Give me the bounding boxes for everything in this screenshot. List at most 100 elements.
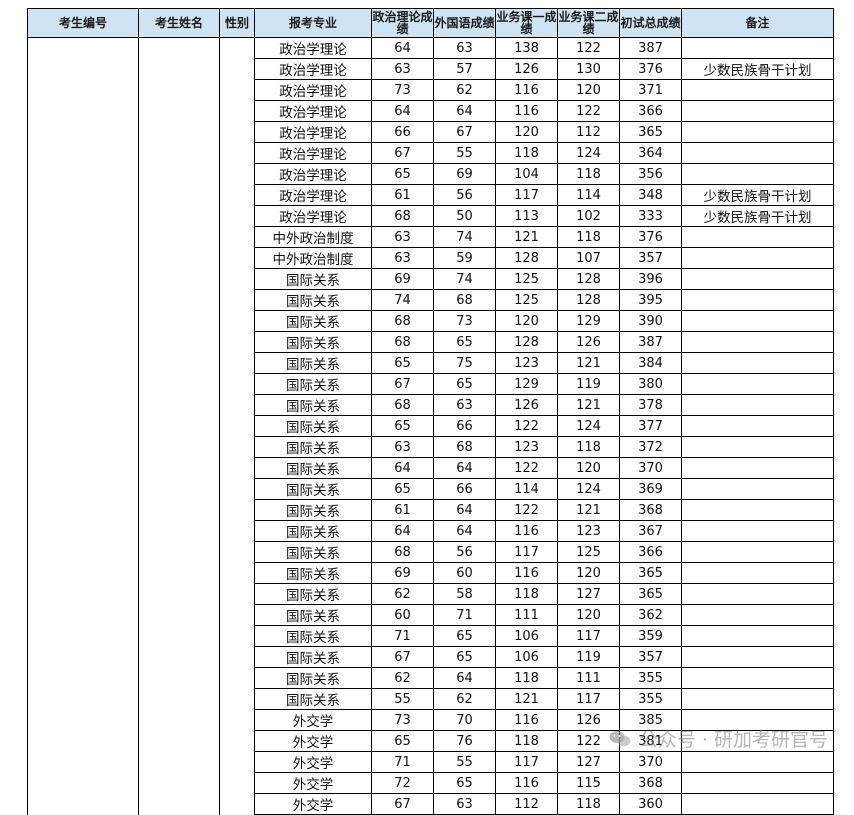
cell-major: 国际关系 bbox=[254, 394, 372, 416]
table-row: 国际关系 65 75 123 121 384 bbox=[27, 352, 834, 374]
cell-politics: 64 bbox=[371, 520, 434, 542]
cell-gender bbox=[219, 520, 255, 542]
cell-foreign: 56 bbox=[433, 184, 496, 206]
cell-foreign: 64 bbox=[433, 667, 496, 689]
cell-gender bbox=[219, 625, 255, 647]
cell-course1: 106 bbox=[495, 625, 558, 647]
cell-course2: 120 bbox=[557, 457, 620, 479]
table-row: 政治学理论 64 63 138 122 387 bbox=[27, 37, 834, 59]
cell-politics: 67 bbox=[371, 646, 434, 668]
cell-major: 政治学理论 bbox=[254, 79, 372, 101]
cell-foreign: 66 bbox=[433, 415, 496, 437]
table-row: 中外政治制度 63 74 121 118 376 bbox=[27, 226, 834, 248]
cell-note bbox=[681, 751, 834, 773]
cell-course1: 125 bbox=[495, 289, 558, 311]
cell-politics: 65 bbox=[371, 163, 434, 185]
cell-foreign: 65 bbox=[433, 331, 496, 353]
cell-politics: 67 bbox=[371, 793, 434, 815]
cell-major: 政治学理论 bbox=[254, 100, 372, 122]
cell-politics: 69 bbox=[371, 268, 434, 290]
cell-politics: 64 bbox=[371, 100, 434, 122]
cell-major: 国际关系 bbox=[254, 478, 372, 500]
cell-note bbox=[681, 436, 834, 458]
table-row: 政治学理论 63 57 126 130 376 少数民族骨干计划 bbox=[27, 58, 834, 80]
table-row: 国际关系 64 64 116 123 367 bbox=[27, 520, 834, 542]
cell-course1: 123 bbox=[495, 436, 558, 458]
table-row: 国际关系 65 66 114 124 369 bbox=[27, 478, 834, 500]
cell-name bbox=[138, 457, 220, 479]
cell-name bbox=[138, 352, 220, 374]
cell-course1: 116 bbox=[495, 709, 558, 731]
cell-note bbox=[681, 100, 834, 122]
cell-course1: 129 bbox=[495, 373, 558, 395]
cell-note bbox=[681, 331, 834, 353]
cell-name bbox=[138, 37, 220, 59]
table-row: 国际关系 74 68 125 128 395 bbox=[27, 289, 834, 311]
cell-foreign: 56 bbox=[433, 541, 496, 563]
header-note: 备注 bbox=[681, 8, 834, 38]
cell-major: 中外政治制度 bbox=[254, 247, 372, 269]
table-row: 国际关系 68 73 120 129 390 bbox=[27, 310, 834, 332]
table-body: 政治学理论 64 63 138 122 387 政治学理论 63 57 126 130 376 少数民族… bbox=[27, 37, 834, 815]
cell-foreign: 66 bbox=[433, 478, 496, 500]
cell-major: 国际关系 bbox=[254, 583, 372, 605]
cell-gender bbox=[219, 205, 255, 227]
cell-foreign: 67 bbox=[433, 121, 496, 143]
cell-major: 政治学理论 bbox=[254, 142, 372, 164]
cell-foreign: 58 bbox=[433, 583, 496, 605]
cell-politics: 73 bbox=[371, 79, 434, 101]
cell-major: 国际关系 bbox=[254, 310, 372, 332]
cell-foreign: 60 bbox=[433, 562, 496, 584]
cell-gender bbox=[219, 688, 255, 710]
cell-total: 356 bbox=[619, 163, 682, 185]
cell-note bbox=[681, 688, 834, 710]
cell-politics: 67 bbox=[371, 142, 434, 164]
score-table: 考生编号 考生姓名 性别 报考专业 政治理论成绩 外国语成绩 业务课一成绩 业务… bbox=[27, 8, 834, 815]
cell-name bbox=[138, 100, 220, 122]
wechat-icon bbox=[609, 730, 631, 748]
cell-major: 政治学理论 bbox=[254, 37, 372, 59]
table-row: 国际关系 60 71 111 120 362 bbox=[27, 604, 834, 626]
header-foreign: 外国语成绩 bbox=[433, 8, 496, 38]
cell-exam-id bbox=[27, 730, 139, 752]
cell-politics: 74 bbox=[371, 289, 434, 311]
cell-major: 国际关系 bbox=[254, 688, 372, 710]
cell-major: 国际关系 bbox=[254, 373, 372, 395]
cell-total: 355 bbox=[619, 667, 682, 689]
cell-politics: 55 bbox=[371, 688, 434, 710]
cell-course1: 126 bbox=[495, 394, 558, 416]
cell-exam-id bbox=[27, 772, 139, 794]
cell-name bbox=[138, 394, 220, 416]
cell-total: 376 bbox=[619, 58, 682, 80]
cell-major: 政治学理论 bbox=[254, 184, 372, 206]
cell-gender bbox=[219, 415, 255, 437]
cell-gender bbox=[219, 667, 255, 689]
cell-note bbox=[681, 520, 834, 542]
cell-gender bbox=[219, 646, 255, 668]
cell-course2: 129 bbox=[557, 310, 620, 332]
cell-note bbox=[681, 478, 834, 500]
cell-exam-id bbox=[27, 604, 139, 626]
cell-name bbox=[138, 184, 220, 206]
table-row: 国际关系 67 65 106 119 357 bbox=[27, 646, 834, 668]
table-row: 国际关系 61 64 122 121 368 bbox=[27, 499, 834, 521]
cell-major: 政治学理论 bbox=[254, 121, 372, 143]
cell-course2: 125 bbox=[557, 541, 620, 563]
cell-note bbox=[681, 604, 834, 626]
cell-course1: 121 bbox=[495, 688, 558, 710]
cell-gender bbox=[219, 394, 255, 416]
cell-course1: 118 bbox=[495, 583, 558, 605]
cell-course2: 102 bbox=[557, 205, 620, 227]
cell-exam-id bbox=[27, 352, 139, 374]
cell-politics: 68 bbox=[371, 310, 434, 332]
cell-major: 国际关系 bbox=[254, 457, 372, 479]
cell-course1: 116 bbox=[495, 562, 558, 584]
cell-major: 政治学理论 bbox=[254, 58, 372, 80]
cell-foreign: 76 bbox=[433, 730, 496, 752]
cell-course1: 121 bbox=[495, 226, 558, 248]
cell-foreign: 70 bbox=[433, 709, 496, 731]
cell-exam-id bbox=[27, 415, 139, 437]
cell-exam-id bbox=[27, 793, 139, 815]
cell-foreign: 65 bbox=[433, 772, 496, 794]
cell-gender bbox=[219, 457, 255, 479]
